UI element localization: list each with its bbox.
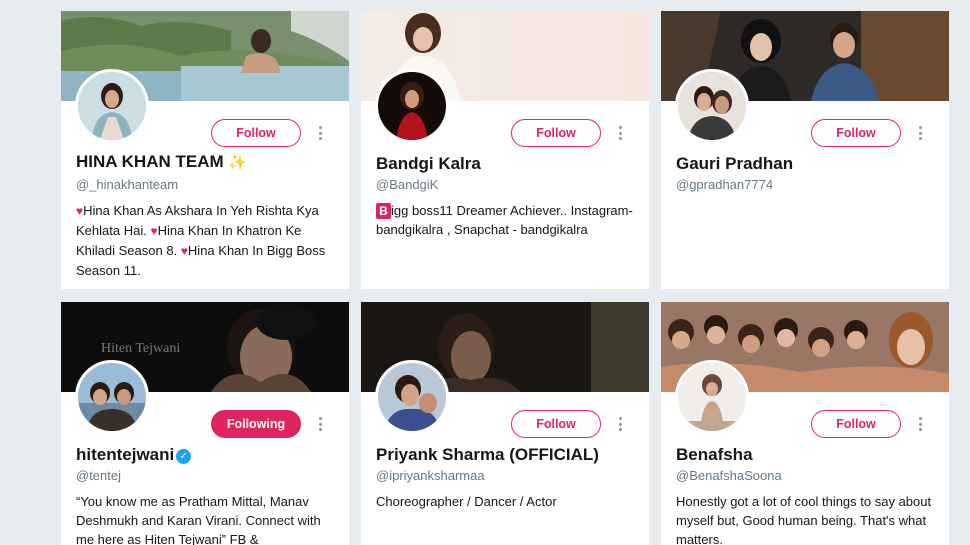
profile-name[interactable]: HINA KHAN TEAM ✨ [76, 152, 247, 172]
profile-card[interactable]: Hiten Tejwani Following hitentejwani ✓ @t… [61, 302, 349, 545]
avatar[interactable] [675, 360, 749, 434]
more-options-icon[interactable] [317, 126, 323, 142]
heart-icon: ♥ [180, 244, 188, 258]
more-options-icon[interactable] [617, 417, 623, 433]
follow-button[interactable]: Follow [811, 410, 901, 438]
profile-card[interactable]: Follow Bandgi Kalra @BandgiK Bigg boss11… [361, 11, 649, 289]
more-options-icon[interactable] [917, 417, 923, 433]
avatar[interactable] [675, 69, 749, 143]
profile-bio: “You know me as Pratham Mittal, Manav De… [76, 494, 321, 545]
profile-card[interactable]: Follow Gauri Pradhan @gpradhan7774 [661, 11, 949, 289]
profile-handle[interactable]: @BandgiK [376, 177, 438, 192]
avatar[interactable] [75, 360, 149, 434]
more-options-icon[interactable] [317, 417, 323, 433]
profile-handle[interactable]: @ipriyanksharmaa [376, 468, 485, 483]
profile-handle[interactable]: @_hinakhanteam [76, 177, 178, 192]
profile-bio: Bigg boss11 Dreamer Achiever.. Instagram… [376, 201, 638, 239]
letter-b-badge-icon: B [376, 203, 391, 219]
bio-text: igg boss11 Dreamer Achiever.. Instagram-… [376, 203, 633, 237]
profile-bio: Choreographer / Dancer / Actor [376, 494, 557, 509]
avatar[interactable] [375, 360, 449, 434]
profile-bio: ♥Hina Khan As Akshara In Yeh Rishta Kya … [76, 201, 338, 280]
profile-card[interactable]: Follow Benafsha @BenafshaSoona Honestly … [661, 302, 949, 545]
profile-bio: Honestly got a lot of cool things to say… [676, 494, 932, 545]
heart-icon: ♥ [150, 224, 158, 238]
profile-name-text[interactable]: HINA KHAN TEAM [76, 152, 224, 171]
profile-name[interactable]: Priyank Sharma (OFFICIAL) [376, 445, 599, 465]
profile-card[interactable]: Follow HINA KHAN TEAM ✨ @_hinakhanteam ♥… [61, 11, 349, 289]
more-options-icon[interactable] [617, 126, 623, 142]
profile-name[interactable]: Benafsha [676, 445, 753, 465]
profile-handle[interactable]: @gpradhan7774 [676, 177, 773, 192]
profile-name[interactable]: Gauri Pradhan [676, 154, 793, 174]
profile-card[interactable]: Follow Priyank Sharma (OFFICIAL) @ipriya… [361, 302, 649, 545]
avatar[interactable] [75, 69, 149, 143]
verified-badge-icon: ✓ [176, 449, 192, 464]
avatar[interactable] [375, 69, 449, 143]
follow-button[interactable]: Follow [511, 119, 601, 147]
more-options-icon[interactable] [917, 126, 923, 142]
following-button[interactable]: Following [211, 410, 301, 438]
banner-text: Hiten Tejwani [101, 341, 181, 356]
follow-button[interactable]: Follow [211, 119, 301, 147]
profile-name[interactable]: hitentejwani ✓ [76, 445, 192, 465]
sparkles-icon: ✨ [228, 154, 248, 171]
follow-button[interactable]: Follow [511, 410, 601, 438]
profile-handle[interactable]: @tentej [76, 468, 121, 483]
profile-name[interactable]: Bandgi Kalra [376, 154, 481, 174]
profile-name-text[interactable]: hitentejwani [76, 445, 174, 464]
follow-button[interactable]: Follow [811, 119, 901, 147]
profile-handle[interactable]: @BenafshaSoona [676, 468, 782, 483]
